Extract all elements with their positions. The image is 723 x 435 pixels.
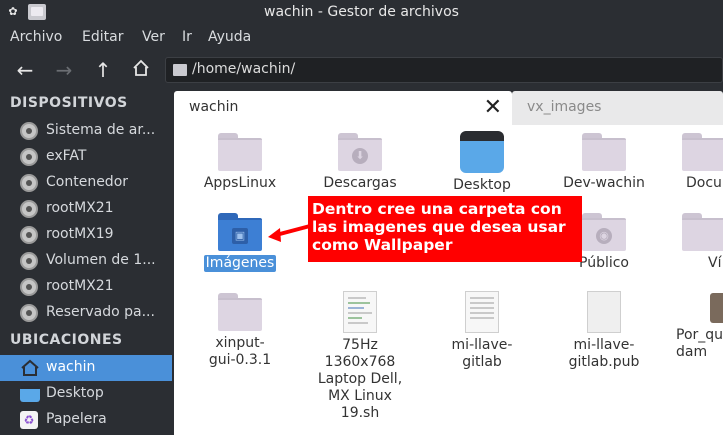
folder-descargas[interactable]: ⬇ Descargas	[310, 133, 410, 192]
drive-icon	[20, 148, 38, 166]
sidebar-item-rootmx19[interactable]: rootMX19	[0, 222, 172, 248]
file-view[interactable]: AppsLinux ⬇ Descargas Desktop Dev-wachin…	[174, 125, 723, 435]
drive-icon	[20, 122, 38, 140]
drive-icon	[20, 278, 38, 296]
home-icon	[21, 359, 39, 376]
home-button[interactable]	[128, 58, 154, 82]
devices-header: DISPOSITIVOS	[10, 95, 128, 111]
menu-ir[interactable]: Ir	[182, 29, 192, 45]
folder-documentos[interactable]: Docu	[674, 133, 723, 192]
pictures-folder-icon: ▣	[218, 213, 262, 251]
drive-icon	[20, 174, 38, 192]
sidebar-item-rootmx21[interactable]: rootMX21	[0, 196, 172, 222]
toolbar: ← → ↑ /home/wachin/	[0, 51, 723, 89]
text-file-icon	[587, 291, 621, 333]
tab-wachin[interactable]: wachin ✕	[174, 91, 512, 125]
sidebar-item-desktop[interactable]: Desktop	[0, 381, 172, 407]
desktop-folder-icon	[460, 131, 504, 173]
menu-editar[interactable]: Editar	[82, 29, 123, 45]
download-folder-icon: ⬇	[338, 133, 382, 171]
tab-vx-images[interactable]: vx_images	[512, 91, 723, 125]
folder-icon	[582, 133, 626, 171]
annotation-arrow-icon	[268, 224, 311, 242]
main-pane: wachin ✕ vx_images AppsLinux ⬇ Descargas…	[172, 89, 723, 435]
sidebar-item-reservado[interactable]: Reservado pa...	[0, 300, 172, 326]
folder-appslinux[interactable]: AppsLinux	[190, 133, 290, 192]
file-mi-llave-gitlab[interactable]: mi-llave-gitlab	[432, 291, 532, 371]
sidebar-item-volumen[interactable]: Volumen de 1...	[0, 248, 172, 274]
image-thumbnail-icon	[710, 293, 723, 323]
folder-videos[interactable]: Ví	[674, 213, 723, 272]
file-75hz-script[interactable]: 75Hz 1360x768 Laptop Dell, MX Linux 19.s…	[310, 291, 410, 422]
home-folder-icon	[173, 64, 187, 76]
sidebar-item-wachin[interactable]: wachin	[0, 355, 172, 381]
folder-xinput-gui[interactable]: xinput-gui-0.3.1	[190, 293, 290, 369]
places-header: UBICACIONES	[10, 332, 123, 348]
folder-dev-wachin[interactable]: Dev-wachin	[554, 133, 654, 192]
menu-ayuda[interactable]: Ayuda	[208, 29, 251, 45]
drive-icon	[20, 200, 38, 218]
sidebar-item-contenedor[interactable]: Contenedor	[0, 170, 172, 196]
menu-bar: Archivo Editar Ver Ir Ayuda	[0, 25, 723, 51]
close-tab-icon[interactable]: ✕	[484, 95, 502, 120]
text-file-icon	[465, 291, 499, 333]
sidebar-item-exfat[interactable]: exFAT	[0, 144, 172, 170]
forward-arrow-icon[interactable]: →	[51, 58, 77, 82]
title-bar: ✿ wachin - Gestor de archivos	[0, 0, 723, 25]
annotation-callout: Dentro cree una carpeta con las imagenes…	[308, 196, 582, 262]
location-path: /home/wachin/	[192, 61, 296, 77]
folder-icon	[218, 133, 262, 171]
menu-ver[interactable]: Ver	[142, 29, 165, 45]
location-bar[interactable]: /home/wachin/	[165, 57, 723, 83]
back-arrow-icon[interactable]: ←	[12, 58, 38, 82]
up-arrow-icon[interactable]: ↑	[90, 58, 116, 82]
menu-archivo[interactable]: Archivo	[10, 29, 62, 45]
drive-icon	[20, 304, 38, 322]
home-icon	[133, 59, 149, 76]
file-mi-llave-gitlab-pub[interactable]: mi-llave-gitlab.pub	[554, 291, 654, 371]
drive-icon	[20, 226, 38, 244]
sidebar-item-sistema[interactable]: Sistema de ar...	[0, 118, 172, 144]
folder-icon	[682, 213, 723, 251]
drive-icon	[20, 252, 38, 270]
folder-desktop[interactable]: Desktop	[432, 131, 532, 194]
window-title: wachin - Gestor de archivos	[264, 4, 459, 20]
trash-icon: ♻	[20, 411, 38, 429]
public-folder-icon: ◉	[582, 213, 626, 251]
folder-icon	[682, 133, 723, 171]
script-file-icon	[343, 291, 377, 333]
file-por-que[interactable]: Por_qu dam	[674, 293, 723, 361]
desktop-icon	[20, 386, 40, 402]
sidebar-item-papelera[interactable]: ♻ Papelera	[0, 407, 172, 433]
sidebar-item-rootmx21-2[interactable]: rootMX21	[0, 274, 172, 300]
sidebar: DISPOSITIVOS Sistema de ar... exFAT Cont…	[0, 89, 172, 435]
folder-icon	[218, 293, 262, 331]
